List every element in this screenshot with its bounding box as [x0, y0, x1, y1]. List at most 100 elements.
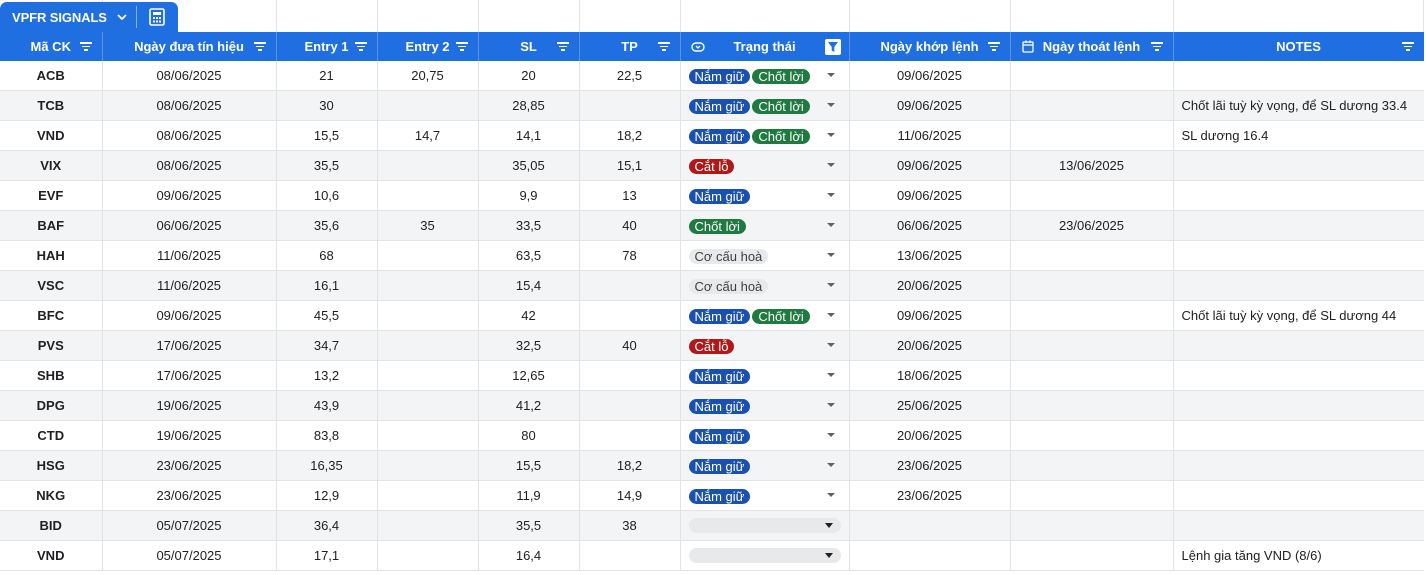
- filter-icon[interactable]: [455, 42, 468, 51]
- cell-notes[interactable]: [1173, 450, 1425, 481]
- cell-exit-date[interactable]: [1010, 180, 1174, 211]
- cell-exit-date[interactable]: [1010, 480, 1174, 511]
- cell-match-date[interactable]: 18/06/2025: [849, 360, 1011, 391]
- dropdown-arrow-icon[interactable]: [826, 73, 835, 77]
- table-tab[interactable]: VPFR SIGNALS: [0, 2, 178, 32]
- cell-exit-date[interactable]: 13/06/2025: [1010, 150, 1174, 181]
- cell-sl[interactable]: 11,9: [478, 480, 580, 511]
- cell-match-date[interactable]: 09/06/2025: [849, 180, 1011, 211]
- cell-entry2[interactable]: 35: [377, 210, 479, 241]
- cell-status[interactable]: Nắm giữ: [680, 390, 850, 421]
- column-header-notes[interactable]: NOTES: [1173, 32, 1425, 61]
- cell-status[interactable]: Nắm giữ: [680, 360, 850, 391]
- cell-exit-date[interactable]: [1010, 240, 1174, 271]
- filter-icon[interactable]: [253, 42, 266, 51]
- cell-status[interactable]: Cắt lỗ: [680, 330, 850, 361]
- cell-code[interactable]: VND: [0, 120, 103, 151]
- cell-status[interactable]: Nắm giữ: [680, 420, 850, 451]
- cell-notes[interactable]: Lệnh gia tăng VND (8/6): [1173, 540, 1425, 571]
- cell-exit-date[interactable]: [1010, 61, 1174, 91]
- cell-sl[interactable]: 28,85: [478, 90, 580, 121]
- cell-entry1[interactable]: 36,4: [276, 510, 378, 541]
- filter-icon[interactable]: [79, 42, 92, 51]
- filter-icon[interactable]: [987, 42, 1000, 51]
- cell-status[interactable]: Cơ cấu hoà: [680, 240, 850, 271]
- dropdown-arrow-icon[interactable]: [826, 313, 835, 317]
- column-header-status[interactable]: Trạng thái: [680, 32, 850, 61]
- cell-match-date[interactable]: [849, 510, 1011, 541]
- cell-status[interactable]: [680, 510, 850, 541]
- filter-icon[interactable]: [657, 42, 670, 51]
- chevron-down-icon[interactable]: [115, 10, 129, 24]
- cell-entry1[interactable]: 68: [276, 240, 378, 271]
- cell-code[interactable]: HSG: [0, 450, 103, 481]
- cell-tp[interactable]: [579, 270, 681, 301]
- dropdown-arrow-icon[interactable]: [826, 223, 835, 227]
- column-header-entry1[interactable]: Entry 1: [276, 32, 378, 61]
- cell-sl[interactable]: 15,5: [478, 450, 580, 481]
- cell-sl[interactable]: 15,4: [478, 270, 580, 301]
- cell-exit-date[interactable]: [1010, 360, 1174, 391]
- dropdown-arrow-icon[interactable]: [826, 493, 835, 497]
- column-header-match-date[interactable]: Ngày khớp lệnh: [849, 32, 1011, 61]
- cell-tp[interactable]: [579, 540, 681, 571]
- cell-tp[interactable]: 78: [579, 240, 681, 271]
- column-header-exit-date[interactable]: Ngày thoát lệnh: [1010, 32, 1174, 61]
- cell-status[interactable]: [680, 540, 850, 571]
- cell-match-date[interactable]: 25/06/2025: [849, 390, 1011, 421]
- cell-notes[interactable]: [1173, 480, 1425, 511]
- cell-match-date[interactable]: 09/06/2025: [849, 90, 1011, 121]
- dropdown-arrow-icon[interactable]: [826, 163, 835, 167]
- cell-signal-date[interactable]: 19/06/2025: [102, 420, 277, 451]
- dropdown-arrow-icon[interactable]: [826, 463, 835, 467]
- cell-code[interactable]: TCB: [0, 90, 103, 121]
- cell-sl[interactable]: 41,2: [478, 390, 580, 421]
- cell-entry1[interactable]: 43,9: [276, 390, 378, 421]
- cell-sl[interactable]: 42: [478, 300, 580, 331]
- cell-code[interactable]: SHB: [0, 360, 103, 391]
- cell-entry1[interactable]: 10,6: [276, 180, 378, 211]
- cell-status[interactable]: Nắm giữ: [680, 450, 850, 481]
- cell-entry2[interactable]: [377, 480, 479, 511]
- filter-icon[interactable]: [1401, 42, 1414, 51]
- cell-entry2[interactable]: [377, 450, 479, 481]
- cell-signal-date[interactable]: 08/06/2025: [102, 150, 277, 181]
- cell-sl[interactable]: 12,65: [478, 360, 580, 391]
- cell-signal-date[interactable]: 08/06/2025: [102, 120, 277, 151]
- cell-entry2[interactable]: [377, 360, 479, 391]
- cell-notes[interactable]: [1173, 210, 1425, 241]
- cell-status[interactable]: Nắm giữ Chốt lời: [680, 120, 850, 151]
- cell-sl[interactable]: 80: [478, 420, 580, 451]
- cell-code[interactable]: BAF: [0, 210, 103, 241]
- dropdown-arrow-icon[interactable]: [826, 133, 835, 137]
- cell-entry2[interactable]: [377, 510, 479, 541]
- filter-active-icon[interactable]: [824, 39, 841, 55]
- cell-sl[interactable]: 14,1: [478, 120, 580, 151]
- cell-entry1[interactable]: 16,35: [276, 450, 378, 481]
- dropdown-arrow-icon[interactable]: [826, 193, 835, 197]
- cell-tp[interactable]: [579, 390, 681, 421]
- column-header-sl[interactable]: SL: [478, 32, 580, 61]
- column-header-tp[interactable]: TP: [579, 32, 681, 61]
- cell-entry2[interactable]: 14,7: [377, 120, 479, 151]
- cell-entry2[interactable]: [377, 90, 479, 121]
- cell-entry1[interactable]: 30: [276, 90, 378, 121]
- cell-status[interactable]: Nắm giữ Chốt lời: [680, 90, 850, 121]
- cell-exit-date[interactable]: [1010, 270, 1174, 301]
- cell-code[interactable]: HAH: [0, 240, 103, 271]
- cell-match-date[interactable]: 23/06/2025: [849, 480, 1011, 511]
- cell-status[interactable]: Chốt lời: [680, 210, 850, 241]
- dropdown-arrow-icon[interactable]: [826, 253, 835, 257]
- cell-entry2[interactable]: [377, 180, 479, 211]
- cell-notes[interactable]: SL dương 16.4: [1173, 120, 1425, 151]
- cell-entry1[interactable]: 15,5: [276, 120, 378, 151]
- cell-code[interactable]: VIX: [0, 150, 103, 181]
- cell-entry1[interactable]: 16,1: [276, 270, 378, 301]
- cell-tp[interactable]: 15,1: [579, 150, 681, 181]
- cell-match-date[interactable]: 09/06/2025: [849, 61, 1011, 91]
- column-header-ma-ck[interactable]: Mã CK: [0, 32, 103, 61]
- filter-icon[interactable]: [556, 42, 569, 51]
- cell-entry1[interactable]: 35,5: [276, 150, 378, 181]
- cell-entry2[interactable]: [377, 240, 479, 271]
- cell-notes[interactable]: [1173, 420, 1425, 451]
